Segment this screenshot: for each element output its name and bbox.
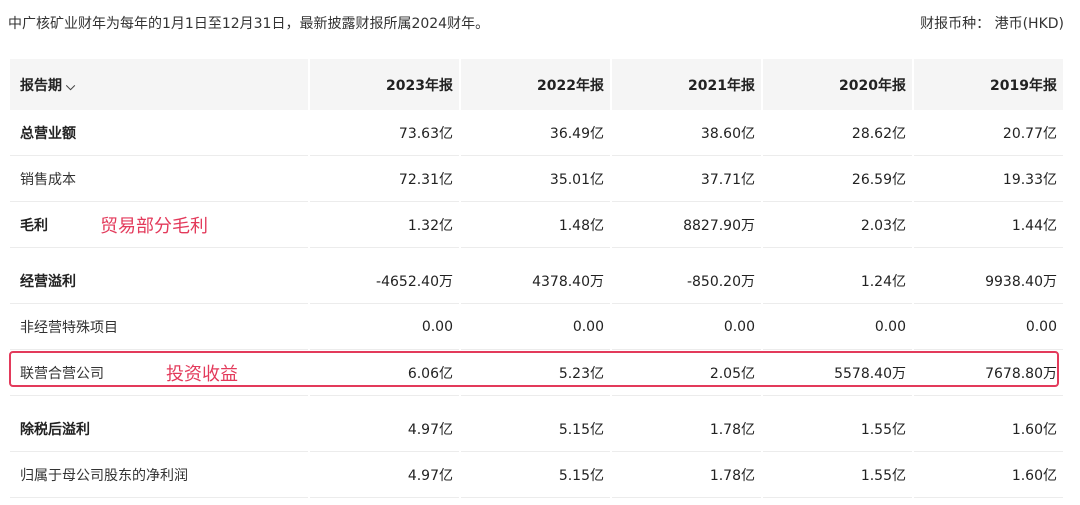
table-cell: 1.60亿 <box>914 406 1063 452</box>
table-cell: 5578.40万 <box>763 350 912 396</box>
table-cell: 5.23亿 <box>461 350 610 396</box>
table-cell: 1.60亿 <box>914 452 1063 498</box>
table-cell: 0.00 <box>310 304 459 350</box>
report-currency: 财报币种： 港币(HKD) <box>920 16 1064 32</box>
table-cell: 7678.80万 <box>914 350 1063 396</box>
investment-income-annotation: 投资收益 <box>166 364 238 385</box>
table-cell: 1.24亿 <box>763 258 912 304</box>
column-header: 2020年报 <box>763 59 912 110</box>
table-cell: 9938.40万 <box>914 258 1063 304</box>
trade-margin-annotation: 贸易部分毛利 <box>100 216 208 237</box>
table-cell: 1.44亿 <box>914 202 1063 248</box>
column-header: 2023年报 <box>310 59 459 110</box>
table-cell: 5.15亿 <box>461 406 610 452</box>
table-cell: 1.55亿 <box>763 452 912 498</box>
table-cell: -4652.40万 <box>310 258 459 304</box>
table-cell: 35.01亿 <box>461 156 610 202</box>
table-cell: 1.55亿 <box>763 406 912 452</box>
table-header-row: 报告期 ⌵ 2023年报 2022年报 2021年报 2020年报 2019年报 <box>10 59 1063 110</box>
period-selector[interactable]: 报告期 ⌵ <box>10 59 308 110</box>
column-header: 2021年报 <box>612 59 761 110</box>
table-cell: 0.00 <box>461 304 610 350</box>
table-cell: 1.78亿 <box>612 452 761 498</box>
table-cell: 2.03亿 <box>763 202 912 248</box>
section-gap <box>10 248 1063 258</box>
table-cell: 19.33亿 <box>914 156 1063 202</box>
table-row: 非经营特殊项目 0.00 0.00 0.00 0.00 0.00 <box>10 304 1063 350</box>
table-cell: 26.59亿 <box>763 156 912 202</box>
fiscal-year-note: 中广核矿业财年为每年的1月1日至12月31日，最新披露财报所属2024财年。 <box>8 16 490 32</box>
row-label: 总营业额 <box>10 110 308 156</box>
section-gap <box>10 396 1063 406</box>
table-cell: 8827.90万 <box>612 202 761 248</box>
chevron-down-icon: ⌵ <box>66 78 76 93</box>
table-cell: 2.05亿 <box>612 350 761 396</box>
row-label: 除税后溢利 <box>10 406 308 452</box>
row-label: 联营合营公司 <box>10 350 308 396</box>
row-label: 归属于母公司股东的净利润 <box>10 452 308 498</box>
table-cell: 0.00 <box>763 304 912 350</box>
column-header: 2019年报 <box>914 59 1063 110</box>
table-row: 除税后溢利 4.97亿 5.15亿 1.78亿 1.55亿 1.60亿 <box>10 406 1063 452</box>
table-cell: 72.31亿 <box>310 156 459 202</box>
table-cell: -850.20万 <box>612 258 761 304</box>
table-cell: 1.48亿 <box>461 202 610 248</box>
table-cell: 4.97亿 <box>310 452 459 498</box>
column-header: 2022年报 <box>461 59 610 110</box>
table-cell: 0.00 <box>914 304 1063 350</box>
table-cell: 37.71亿 <box>612 156 761 202</box>
period-selector-label: 报告期 <box>20 77 62 94</box>
row-label: 销售成本 <box>10 156 308 202</box>
table-row: 经营溢利 -4652.40万 4378.40万 -850.20万 1.24亿 9… <box>10 258 1063 304</box>
table-cell: 20.77亿 <box>914 110 1063 156</box>
table-cell: 73.63亿 <box>310 110 459 156</box>
table-cell: 1.78亿 <box>612 406 761 452</box>
table-row: 归属于母公司股东的净利润 4.97亿 5.15亿 1.78亿 1.55亿 1.6… <box>10 452 1063 498</box>
table-row: 销售成本 72.31亿 35.01亿 37.71亿 26.59亿 19.33亿 <box>10 156 1063 202</box>
table-cell: 38.60亿 <box>612 110 761 156</box>
table-cell: 5.15亿 <box>461 452 610 498</box>
financial-table: 报告期 ⌵ 2023年报 2022年报 2021年报 2020年报 2019年报 … <box>8 59 1065 498</box>
table-row: 总营业额 73.63亿 36.49亿 38.60亿 28.62亿 20.77亿 <box>10 110 1063 156</box>
table-cell: 1.32亿 <box>310 202 459 248</box>
table-cell: 4.97亿 <box>310 406 459 452</box>
row-label: 经营溢利 <box>10 258 308 304</box>
table-cell: 6.06亿 <box>310 350 459 396</box>
table-cell: 28.62亿 <box>763 110 912 156</box>
table-cell: 36.49亿 <box>461 110 610 156</box>
table-cell: 4378.40万 <box>461 258 610 304</box>
table-cell: 0.00 <box>612 304 761 350</box>
row-label: 非经营特殊项目 <box>10 304 308 350</box>
